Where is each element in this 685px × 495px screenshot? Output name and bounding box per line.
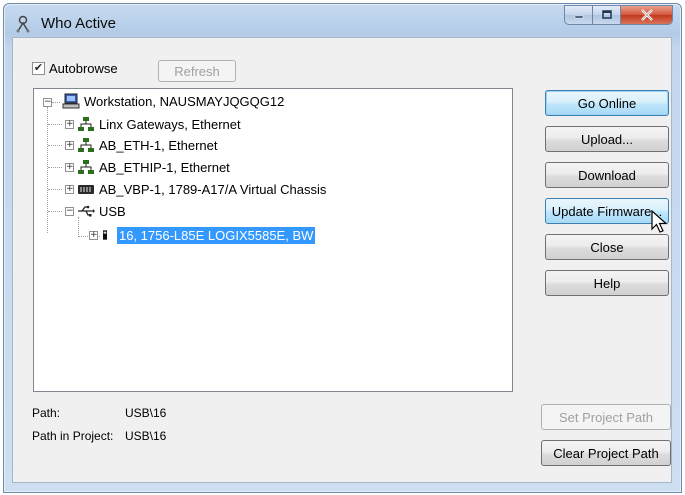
- tree-node-label: AB_ETH-1, Ethernet: [99, 137, 218, 153]
- tree-node-ab-vbp-1[interactable]: AB_VBP-1, 1789-A17/A Virtual Chassis: [77, 180, 326, 198]
- rslinx-graph-icon: [16, 15, 30, 33]
- workstation-icon: [62, 93, 80, 109]
- chassis-icon: [78, 185, 94, 194]
- autobrowse-checkbox[interactable]: ✔ Autobrowse: [32, 61, 118, 76]
- checkbox-check-icon[interactable]: ✔: [32, 62, 45, 75]
- window-title: Who Active: [41, 15, 117, 32]
- expand-icon[interactable]: +: [89, 231, 98, 240]
- minimize-icon: [574, 15, 583, 19]
- usb-icon: [78, 205, 95, 217]
- close-window-button[interactable]: [621, 5, 673, 25]
- tree-node-ab-ethip-1[interactable]: AB_ETHIP-1, Ethernet: [77, 158, 230, 176]
- tree-node-ab-eth-1[interactable]: AB_ETH-1, Ethernet: [77, 136, 218, 154]
- tree-connector: [48, 189, 62, 190]
- tree-connector: [48, 124, 62, 125]
- collapse-icon[interactable]: −: [43, 98, 52, 107]
- tree-node-label: Linx Gateways, Ethernet: [99, 116, 241, 132]
- controller-icon: [103, 230, 107, 240]
- tree-connector: [48, 145, 62, 146]
- mouse-cursor-icon: [651, 210, 668, 233]
- tree-node-label: 16, 1756-L85E LOGIX5585E, BW: [117, 226, 316, 244]
- go-online-button[interactable]: Go Online: [545, 90, 669, 116]
- network-icon: [78, 117, 94, 131]
- network-icon: [78, 138, 94, 152]
- path-in-project-label: Path in Project:: [32, 429, 114, 443]
- tree-node-label: Workstation, NAUSMAYJQGQG12: [84, 93, 285, 109]
- expand-icon[interactable]: +: [65, 163, 74, 172]
- minimize-button[interactable]: [564, 5, 593, 25]
- upload-button[interactable]: Upload...: [545, 126, 669, 152]
- maximize-icon: [601, 10, 612, 19]
- close-icon: [640, 9, 653, 21]
- tree-node-label: AB_VBP-1, 1789-A17/A Virtual Chassis: [99, 181, 327, 197]
- path-value: USB\16: [125, 406, 167, 420]
- path-label: Path:: [32, 406, 61, 420]
- help-button[interactable]: Help: [545, 270, 669, 296]
- download-button[interactable]: Download: [545, 162, 669, 188]
- maximize-button[interactable]: [593, 5, 621, 25]
- autobrowse-label: Autobrowse: [49, 61, 118, 76]
- tree-node-controller[interactable]: 16, 1756-L85E LOGIX5585E, BW: [101, 226, 316, 244]
- tree-node-label: AB_ETHIP-1, Ethernet: [99, 159, 230, 175]
- tree-node-label: USB: [99, 203, 126, 219]
- path-in-project-value: USB\16: [125, 429, 167, 443]
- refresh-button[interactable]: Refresh: [158, 60, 236, 82]
- clear-project-path-button[interactable]: Clear Project Path: [541, 440, 671, 466]
- tree-connector: [48, 167, 62, 168]
- network-icon: [78, 160, 94, 174]
- close-button[interactable]: Close: [545, 234, 669, 260]
- tree-connector: [52, 102, 60, 103]
- collapse-icon[interactable]: −: [65, 207, 74, 216]
- tree-node-workstation[interactable]: Workstation, NAUSMAYJQGQG12: [62, 92, 284, 110]
- tree-node-linx-gateways[interactable]: Linx Gateways, Ethernet: [77, 115, 241, 133]
- tree-connector: [48, 211, 62, 212]
- set-project-path-button[interactable]: Set Project Path: [541, 404, 671, 430]
- expand-icon[interactable]: +: [65, 120, 74, 129]
- tree-node-usb[interactable]: USB: [77, 202, 126, 220]
- tree-connector: [78, 217, 79, 237]
- expand-icon[interactable]: +: [65, 185, 74, 194]
- expand-icon[interactable]: +: [65, 141, 74, 150]
- tree-connector: [47, 107, 48, 233]
- device-tree[interactable]: − Workstation, NAUSMAYJQGQG12 + Linx Gat…: [33, 88, 513, 392]
